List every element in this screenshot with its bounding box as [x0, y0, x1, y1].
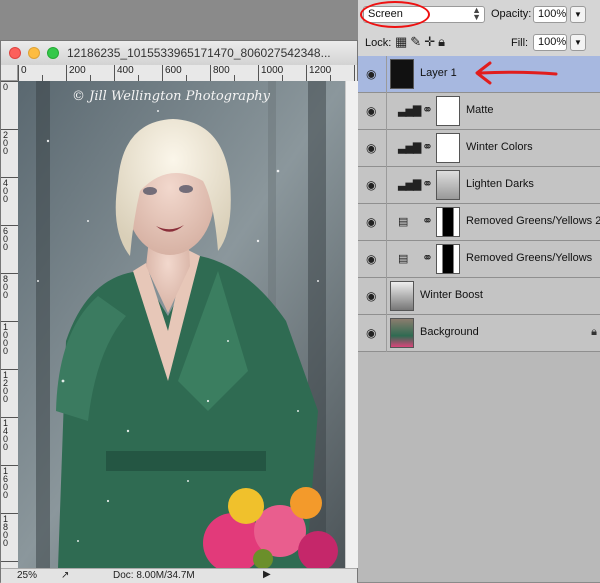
link-chain-icon[interactable]: ⚭ [422, 250, 433, 266]
visibility-eye-icon[interactable]: ◉ [366, 141, 376, 155]
ruler-label: 1600 [3, 466, 9, 500]
fill-dropdown-button[interactable]: ▼ [570, 34, 586, 51]
link-chain-icon[interactable]: ⚭ [422, 139, 433, 155]
visibility-eye-icon[interactable]: ◉ [366, 326, 376, 340]
layer-name: Winter Boost [420, 289, 483, 301]
vertical-ruler[interactable]: 0 200 400 600 800 1000 1200 1400 1600 18… [1, 81, 19, 568]
link-chain-icon[interactable]: ⚭ [422, 176, 433, 192]
ruler-label: 400 [3, 178, 9, 204]
layer-thumbnail [390, 59, 414, 89]
visibility-eye-icon[interactable]: ◉ [366, 215, 376, 229]
ruler-label: 1000 [261, 65, 284, 76]
layer-name: Layer 1 [420, 67, 457, 79]
ruler-label: 1200 [3, 370, 9, 404]
ruler-label: 800 [3, 274, 9, 300]
opacity-input[interactable]: 100% [533, 6, 567, 23]
ruler-label: 1200 [309, 65, 332, 76]
fill-input[interactable]: 100% [533, 34, 567, 51]
layer-mask-thumbnail [436, 133, 460, 163]
ruler-label: 400 [117, 65, 134, 76]
layer-mask-thumbnail [436, 170, 460, 200]
layer-name: Winter Colors [466, 141, 533, 153]
visibility-eye-icon[interactable]: ◉ [366, 252, 376, 266]
layers-panel-options: Screen ▲ ▼ Opacity: 100% ▼ Lock: ▦✎✛🔒︎ Fi… [358, 0, 600, 57]
ruler-label: 600 [165, 65, 182, 76]
layer-name: Removed Greens/Yellows 2 [466, 215, 600, 227]
vertical-scrollbar[interactable] [345, 81, 358, 568]
layer-row-removed-greens-yellows-2[interactable]: ◉ ▤ ⚭ Removed Greens/Yellows 2 [358, 204, 600, 241]
layer-row-background[interactable]: ◉ Background 🔒︎ [358, 315, 600, 352]
lock-transparent-icon[interactable]: ▦ [395, 34, 410, 49]
layer-mask-thumbnail [436, 207, 460, 237]
opacity-label: Opacity: [491, 8, 532, 20]
lock-position-icon[interactable]: ✛ [424, 34, 438, 49]
image-canvas[interactable]: © Jill Wellington Photography [18, 81, 345, 568]
horizontal-ruler[interactable]: 0 200 400 600 800 1000 1200 [18, 65, 357, 82]
visibility-eye-icon[interactable]: ◉ [366, 104, 376, 118]
ruler-label: 200 [69, 65, 86, 76]
hue-saturation-adjustment-icon: ▤ [398, 216, 408, 228]
ruler-label: 1400 [3, 418, 9, 452]
layer-mask-thumbnail [436, 244, 460, 274]
visibility-eye-icon[interactable]: ◉ [366, 67, 376, 81]
ruler-label: 0 [21, 65, 27, 76]
lock-icons: ▦✎✛🔒︎ [395, 34, 448, 50]
curves-adjustment-icon: ▃▅▇ [398, 105, 421, 117]
layer-name: Removed Greens/Yellows [466, 252, 593, 264]
close-window-button[interactable] [9, 47, 21, 59]
link-chain-icon[interactable]: ⚭ [422, 102, 433, 118]
annotation-arrow [475, 61, 558, 85]
layer-row-removed-greens-yellows[interactable]: ◉ ▤ ⚭ Removed Greens/Yellows [358, 241, 600, 278]
ruler-label: 1000 [3, 322, 9, 356]
layer-lock-icon: 🔒︎ [591, 326, 597, 338]
layer-row-lighten-darks[interactable]: ◉ ▃▅▇ ⚭ Lighten Darks [358, 167, 600, 204]
maximize-window-button[interactable] [47, 47, 59, 59]
layer-row-winter-boost[interactable]: ◉ Winter Boost [358, 278, 600, 315]
ruler-label: 600 [3, 226, 9, 252]
hue-saturation-adjustment-icon: ▤ [398, 253, 408, 265]
layer-name: Matte [466, 104, 494, 116]
watermark-text: © Jill Wellington Photography [72, 89, 270, 104]
lock-paint-icon[interactable]: ✎ [410, 34, 424, 49]
layers-panel: Screen ▲ ▼ Opacity: 100% ▼ Lock: ▦✎✛🔒︎ Fi… [358, 0, 600, 582]
ruler-label: 800 [213, 65, 230, 76]
lock-label: Lock: [365, 37, 392, 49]
document-window: 12186235_1015533965171470_806027542348..… [0, 40, 358, 583]
window-titlebar[interactable]: 12186235_1015533965171470_806027542348..… [1, 41, 357, 66]
link-chain-icon[interactable]: ⚭ [422, 213, 433, 229]
layer-name: Lighten Darks [466, 178, 534, 190]
document-size: Doc: 8.00M/34.7M [113, 570, 195, 581]
layer-mask-thumbnail [436, 96, 460, 126]
layer-row-matte[interactable]: ◉ ▃▅▇ ⚭ Matte [358, 93, 600, 130]
export-icon[interactable]: ↗ [61, 570, 69, 581]
curves-adjustment-icon: ▃▅▇ [398, 179, 421, 191]
opacity-dropdown-button[interactable]: ▼ [570, 6, 586, 23]
status-menu-arrow-icon[interactable]: ▶ [263, 569, 271, 580]
curves-adjustment-icon: ▃▅▇ [398, 142, 421, 154]
ruler-label: 0 [3, 82, 9, 92]
layer-thumbnail [390, 318, 414, 348]
zoom-level[interactable]: 25% [17, 570, 37, 581]
visibility-eye-icon[interactable]: ◉ [366, 289, 376, 303]
ruler-label: 200 [3, 130, 9, 156]
minimize-window-button[interactable] [28, 47, 40, 59]
layer-thumbnail [390, 281, 414, 311]
ruler-label: 1800 [3, 514, 9, 548]
fill-label: Fill: [511, 37, 529, 49]
ruler-origin[interactable] [1, 65, 18, 81]
status-bar: 25% ↗ Doc: 8.00M/34.7M ▶ [1, 568, 357, 583]
layer-row-winter-colors[interactable]: ◉ ▃▅▇ ⚭ Winter Colors [358, 130, 600, 167]
visibility-eye-icon[interactable]: ◉ [366, 178, 376, 192]
updown-icon: ▲ ▼ [472, 5, 481, 22]
layer-name: Background [420, 326, 479, 338]
annotation-circle [360, 1, 430, 28]
lock-all-icon[interactable]: 🔒︎ [438, 34, 448, 49]
window-title: 12186235_1015533965171470_806027542348..… [67, 46, 331, 60]
portrait-photo [18, 81, 345, 568]
